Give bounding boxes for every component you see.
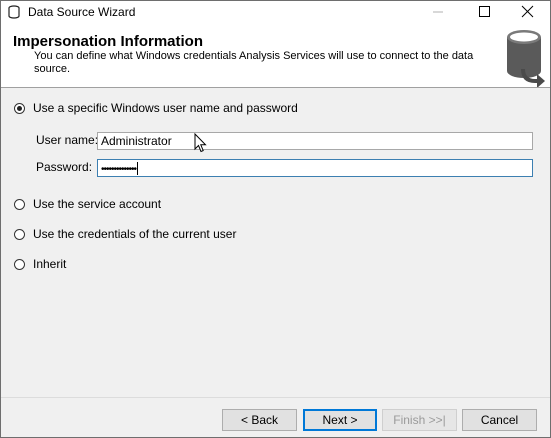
cancel-button[interactable]: Cancel [462,409,537,431]
text-caret [137,162,139,176]
next-button[interactable]: Next > [303,409,377,431]
radio-button[interactable] [14,258,25,270]
mouse-cursor-icon [194,133,207,153]
radio-button[interactable] [14,228,25,240]
close-icon[interactable] [504,1,550,23]
radio-label: Use the credentials of the current user [33,227,237,241]
database-icon [8,5,20,19]
username-value: Administrator [101,134,172,148]
minimize-icon[interactable] [415,1,461,23]
radio-label: Use the service account [33,197,162,211]
radio-service-account[interactable]: Use the service account [14,195,161,213]
radio-inherit[interactable]: Inherit [14,255,66,273]
window-title: Data Source Wizard [28,5,136,19]
maximize-icon[interactable] [461,1,507,23]
radio-current-user[interactable]: Use the credentials of the current user [14,225,236,243]
finish-button[interactable]: Finish >>| [382,409,457,431]
radio-specific-user[interactable]: Use a specific Windows user name and pas… [14,99,298,117]
radio-label: Use a specific Windows user name and pas… [33,101,298,115]
username-label: User name: [36,133,99,147]
back-button[interactable]: < Back [222,409,297,431]
radio-button[interactable] [14,102,25,114]
title-bar[interactable]: Data Source Wizard [1,1,550,23]
page-description: You can define what Windows credentials … [34,50,474,75]
password-label: Password: [36,160,93,174]
radio-label: Inherit [33,257,67,271]
password-masked-value: •••••••••••••• [101,164,137,175]
wizard-window: Data Source Wizard Impersonation Informa… [0,0,551,438]
password-field[interactable]: •••••••••••••• [97,159,533,177]
username-field[interactable]: Administrator [97,132,533,150]
radio-button[interactable] [14,198,25,210]
page-title: Impersonation Information [13,33,204,50]
database-icon [507,30,545,87]
footer-divider [1,397,550,398]
wizard-header: Impersonation Information You can define… [1,23,550,88]
